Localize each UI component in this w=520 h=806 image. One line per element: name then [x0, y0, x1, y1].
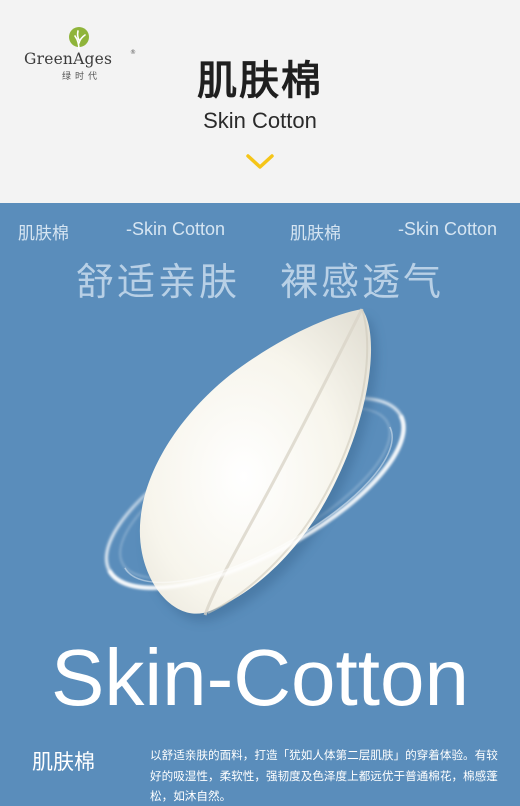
product-feature-panel: 肌肤棉 -Skin Cotton 肌肤棉 -Skin Cotton 舒适亲肤 裸感… [0, 203, 520, 806]
chevron-down-icon[interactable] [245, 153, 275, 171]
tag-skin-cotton-cn-2: 肌肤棉 [290, 224, 341, 244]
tag-skin-cotton-en-2: -Skin Cotton [398, 219, 498, 239]
page-title-cn: 肌肤棉 [197, 58, 323, 104]
tag-skin-cotton-cn-1: 肌肤棉 [18, 224, 69, 244]
description-title: 肌肤棉 [32, 750, 95, 774]
skin-cotton-pad-image [104, 308, 406, 622]
tag-skin-cotton-en-1: -Skin Cotton [126, 219, 226, 239]
header-section: GreenAges ® 绿时代 肌肤棉 Skin Cotton [0, 0, 520, 203]
page-title-en: Skin Cotton [203, 108, 317, 133]
description-text: 以舒适亲肤的面料，打造「犹如人体第二层肌肤」的穿着体验。有较好的吸湿性，柔软性，… [150, 748, 498, 803]
headline-skin-cotton: Skin-Cotton [51, 633, 469, 722]
